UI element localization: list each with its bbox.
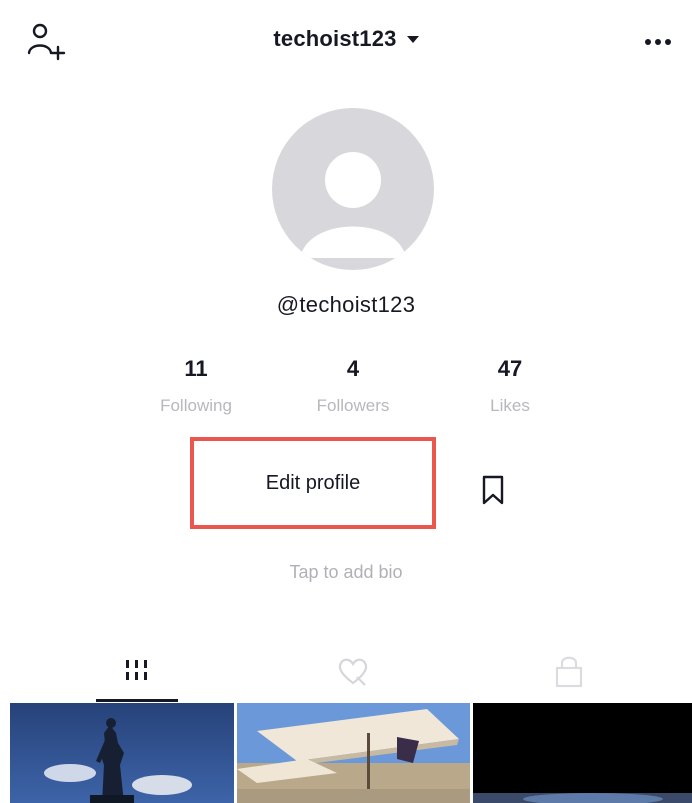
header-username: techoist123 — [273, 26, 397, 51]
stat-label: Following — [160, 396, 232, 415]
default-avatar-icon — [300, 152, 406, 258]
avatar[interactable] — [272, 108, 434, 270]
grid-icon — [126, 660, 147, 680]
bookmark-icon — [482, 475, 504, 505]
beach-umbrella-thumbnail — [237, 703, 470, 803]
username-dropdown[interactable]: techoist123 — [0, 26, 692, 52]
more-horizontal-icon[interactable] — [640, 26, 680, 50]
active-tab-indicator — [96, 699, 178, 702]
lock-icon — [555, 656, 583, 688]
dark-thumbnail — [473, 703, 692, 803]
stat-value: 4 — [346, 356, 360, 381]
bio-placeholder[interactable]: Tap to add bio — [289, 562, 402, 582]
tab-private[interactable] — [528, 640, 610, 702]
bookmark-button[interactable] — [450, 450, 536, 530]
stat-value: 11 — [184, 356, 208, 381]
liked-heart-icon — [338, 658, 368, 686]
stat-likes[interactable]: 47 Likes — [430, 356, 590, 416]
stat-value: 47 — [497, 356, 523, 381]
video-thumbnail-dark[interactable] — [473, 703, 692, 803]
tab-liked[interactable] — [312, 640, 394, 702]
profile-header: techoist123 — [0, 0, 692, 92]
stat-label: Followers — [316, 396, 390, 415]
stat-followers[interactable]: 4 Followers — [273, 356, 433, 416]
video-thumbnail-beach[interactable] — [237, 703, 470, 803]
edit-profile-button[interactable]: Edit profile — [190, 437, 436, 529]
chevron-down-icon — [406, 36, 419, 44]
tab-videos[interactable] — [96, 640, 178, 702]
stat-following[interactable]: 11 Following — [116, 356, 276, 416]
statue-sky-thumbnail — [10, 703, 234, 803]
profile-handle: @techoist123 — [276, 292, 416, 317]
video-thumbnail-statue[interactable] — [10, 703, 234, 803]
stat-label: Likes — [490, 396, 530, 415]
